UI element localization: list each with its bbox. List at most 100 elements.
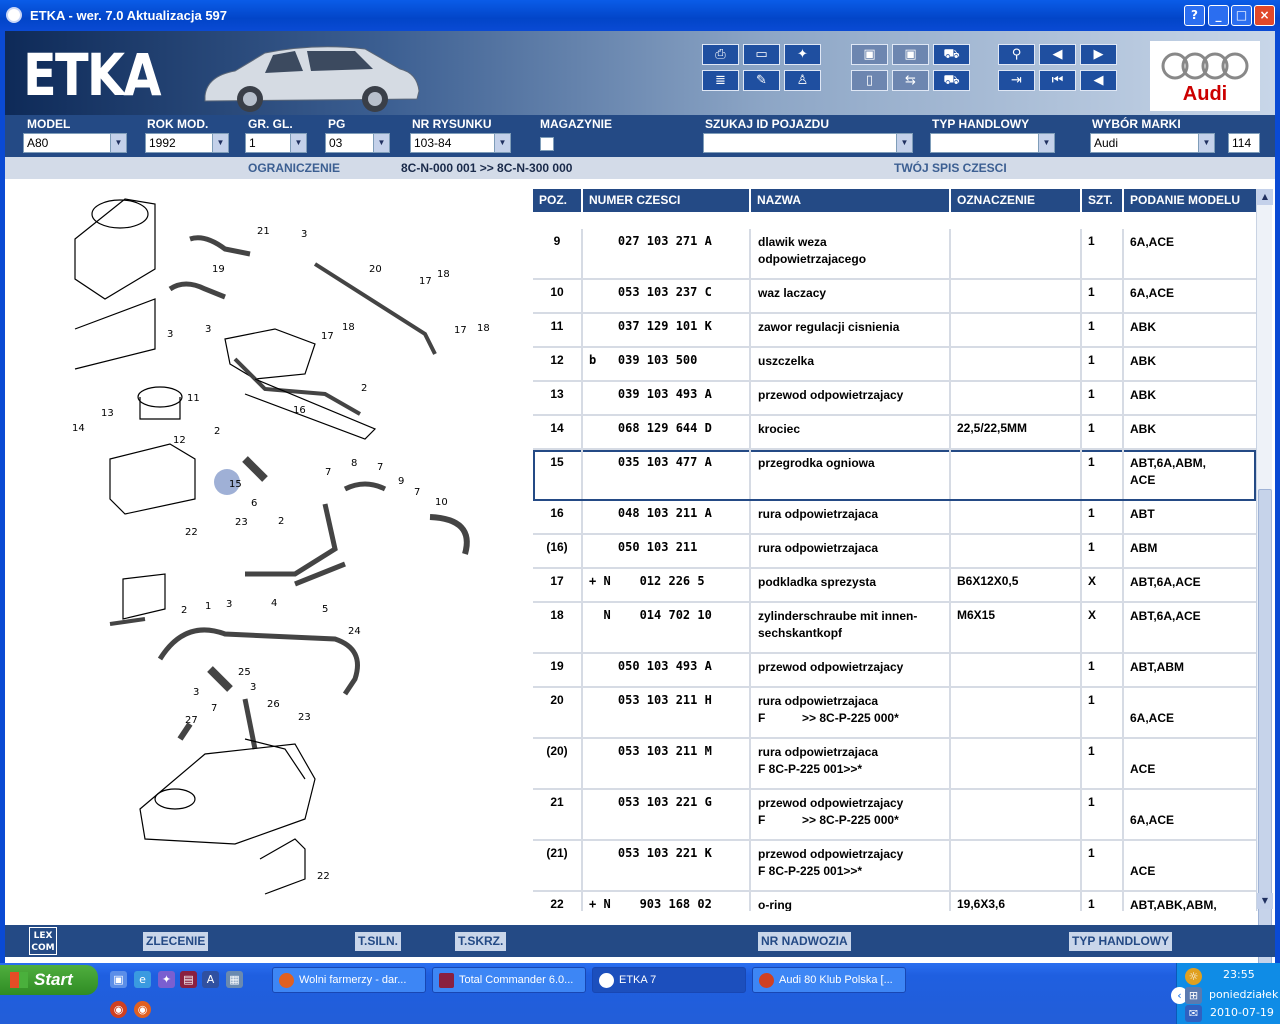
pin-icon[interactable]: ⚲ bbox=[998, 44, 1035, 65]
table-row[interactable]: 18 N 014 702 10 zylinderschraube mit inne… bbox=[533, 603, 1256, 654]
chevron-down-icon[interactable]: ▼ bbox=[896, 134, 912, 152]
grgl-select[interactable]: 1 ▼ bbox=[245, 133, 307, 153]
diagram-callout[interactable]: 12 bbox=[173, 435, 186, 446]
diagram-callout[interactable]: 3 bbox=[167, 329, 173, 340]
chevron-down-icon[interactable]: ▼ bbox=[1198, 134, 1214, 152]
diagram-callout[interactable]: 8 bbox=[351, 458, 357, 469]
diagram-callout[interactable]: 15 bbox=[229, 479, 242, 490]
depot-icon[interactable]: ▣ bbox=[892, 44, 929, 65]
diagram-callout[interactable]: 19 bbox=[212, 264, 225, 275]
cart-icon[interactable]: ⛟ bbox=[933, 44, 970, 65]
diagram-callout[interactable]: 2 bbox=[181, 605, 187, 616]
diagram-callout[interactable]: 13 bbox=[101, 408, 114, 419]
scroll-down-icon[interactable]: ▼ bbox=[1257, 893, 1273, 909]
table-scrollbar[interactable]: ▲ ▼ bbox=[1256, 189, 1273, 979]
diagram-callout[interactable]: 26 bbox=[267, 699, 280, 710]
next-page-icon[interactable]: ▶ bbox=[1080, 44, 1117, 65]
table-row[interactable]: 9 027 103 271 Adlawik weza odpowietrzaja… bbox=[533, 229, 1256, 280]
chevron-down-icon[interactable]: ▼ bbox=[373, 134, 389, 152]
diagram-callout[interactable]: 3 bbox=[205, 324, 211, 335]
diagram-callout[interactable]: 3 bbox=[193, 687, 199, 698]
szukaj-select[interactable]: ▼ bbox=[703, 133, 913, 153]
task-chrome[interactable]: Audi 80 Klub Polska [... bbox=[752, 967, 906, 993]
tskrz-button[interactable]: T.SKRZ. bbox=[455, 932, 507, 951]
diagram-callout[interactable]: 17 bbox=[321, 331, 334, 342]
start-button[interactable]: Start bbox=[0, 965, 98, 995]
list-icon[interactable]: ≣ bbox=[702, 70, 739, 91]
magazynie-checkbox[interactable] bbox=[540, 137, 554, 151]
diagram-callout[interactable]: 7 bbox=[325, 467, 331, 478]
ie-icon[interactable]: e bbox=[134, 971, 151, 988]
network-icon[interactable]: ⊞ bbox=[1185, 987, 1202, 1004]
device-icon[interactable]: ▯ bbox=[851, 70, 888, 91]
table-row[interactable]: 22 + N 903 168 02 o-ring 19,6X3,6 1 ABT,ABK,A… bbox=[533, 892, 1256, 911]
diagram-callout[interactable]: 3 bbox=[301, 229, 307, 240]
font-icon[interactable]: A bbox=[202, 971, 219, 988]
table-row[interactable]: 11 037 129 101 Kzawor regulacji cisnieni… bbox=[533, 314, 1256, 348]
table-row[interactable]: (21) 053 103 221 Kprzewod odpowietrzajac… bbox=[533, 841, 1256, 892]
help-button[interactable]: ? bbox=[1184, 5, 1205, 26]
table-row[interactable]: 10 053 103 237 Cwaz laczacy 1 6A,ACE bbox=[533, 280, 1256, 314]
diagram-callout[interactable]: 18 bbox=[437, 269, 450, 280]
table-row[interactable]: 13 039 103 493 Aprzewod odpowietrzajacy 1… bbox=[533, 382, 1256, 416]
tsiln-button[interactable]: T.SILN. bbox=[355, 932, 402, 951]
task-etka[interactable]: ETKA 7 bbox=[592, 967, 746, 993]
maximize-button[interactable]: □ bbox=[1231, 5, 1252, 26]
diagram-callout[interactable]: 3 bbox=[226, 599, 232, 610]
diagram-callout[interactable]: 23 bbox=[298, 712, 311, 723]
diagram-callout[interactable]: 17 bbox=[419, 276, 432, 287]
diagram-callout[interactable]: 11 bbox=[187, 393, 200, 404]
chevron-down-icon[interactable]: ▼ bbox=[1038, 134, 1054, 152]
diagram-callout[interactable]: 2 bbox=[278, 516, 284, 527]
diagram-callout[interactable]: 18 bbox=[342, 322, 355, 333]
table-row[interactable]: (20) 053 103 211 Mrura odpowietrzajaca F… bbox=[533, 739, 1256, 790]
col-nazwa[interactable]: NAZWA bbox=[751, 189, 951, 212]
save-icon[interactable]: ▤ bbox=[180, 971, 197, 988]
table-row[interactable]: 15 035 103 477 Aprzegrodka ogniowa 1 ABT,6… bbox=[533, 450, 1256, 501]
diagram-callout[interactable]: 24 bbox=[348, 626, 361, 637]
col-poz[interactable]: POZ. bbox=[533, 189, 583, 212]
diagram-callout[interactable]: 23 bbox=[235, 517, 248, 528]
diagram-callout[interactable]: 5 bbox=[322, 604, 328, 615]
diagram-callout[interactable]: 7 bbox=[414, 487, 420, 498]
scroll-up-icon[interactable]: ▲ bbox=[1257, 189, 1273, 205]
diagram-callout[interactable]: 22 bbox=[185, 527, 198, 538]
table-row[interactable]: 17 + N 012 226 5 podkladka sprezysta B6X12X… bbox=[533, 569, 1256, 603]
marka-select[interactable]: Audi ▼ bbox=[1090, 133, 1215, 153]
nr-nadwozia-button[interactable]: NR NADWOZIA bbox=[758, 932, 851, 951]
minimize-button[interactable]: _ bbox=[1208, 5, 1229, 26]
cart-add-icon[interactable]: ⛟ bbox=[933, 70, 970, 91]
typ-handlowy-button[interactable]: TYP HANDLOWY bbox=[1069, 932, 1173, 951]
diagram-callout[interactable]: 14 bbox=[72, 423, 85, 434]
diagram-callout[interactable]: 7 bbox=[377, 462, 383, 473]
table-row[interactable]: (16) 050 103 211 rura odpowietrzajaca 1 ABM bbox=[533, 535, 1256, 569]
diagram-callout[interactable]: 16 bbox=[293, 405, 306, 416]
col-szt[interactable]: SZT. bbox=[1082, 189, 1124, 212]
elsa-icon[interactable]: ▣ bbox=[851, 44, 888, 65]
rok-select[interactable]: 1992 ▼ bbox=[145, 133, 229, 153]
firefox-icon[interactable]: ◉ bbox=[134, 1001, 151, 1018]
jump-icon[interactable]: ⇥ bbox=[998, 70, 1035, 91]
diagram-callout[interactable]: 21 bbox=[257, 226, 270, 237]
zlecenie-button[interactable]: ZLECENIE bbox=[143, 932, 209, 951]
diagram-callout[interactable]: 25 bbox=[238, 667, 251, 678]
diagram-callout[interactable]: 6 bbox=[251, 498, 257, 509]
tools-icon[interactable]: ✦ bbox=[784, 44, 821, 65]
table-row[interactable]: 14 068 129 644 Dkrociec 22,5/22,5MM 1 ABK bbox=[533, 416, 1256, 450]
diagram-callout[interactable]: 9 bbox=[398, 476, 404, 487]
spis-czesci-link[interactable]: TWÓJ SPIS CZESCI bbox=[894, 161, 1007, 175]
desktop-icon[interactable]: ▣ bbox=[110, 971, 127, 988]
diagram-callout[interactable]: 3 bbox=[250, 682, 256, 693]
diagram-callout[interactable]: 18 bbox=[477, 323, 490, 334]
table-row[interactable]: 21 053 103 221 Gprzewod odpowietrzajacy … bbox=[533, 790, 1256, 841]
print-icon[interactable]: ⎙ bbox=[702, 44, 739, 65]
table-row[interactable]: 16 048 103 211 Arura odpowietrzajaca 1 ABT bbox=[533, 501, 1256, 535]
chevron-down-icon[interactable]: ▼ bbox=[212, 134, 228, 152]
diagram-callout[interactable]: 20 bbox=[369, 264, 382, 275]
nr-rysunku-select[interactable]: 103-84 ▼ bbox=[410, 133, 511, 153]
table-row[interactable]: 12 b 039 103 500 uszczelka 1 ABK bbox=[533, 348, 1256, 382]
person-icon[interactable]: ♙ bbox=[784, 70, 821, 91]
transfer-icon[interactable]: ⇆ bbox=[892, 70, 929, 91]
chevron-down-icon[interactable]: ▼ bbox=[110, 134, 126, 152]
pg-select[interactable]: 03 ▼ bbox=[325, 133, 390, 153]
